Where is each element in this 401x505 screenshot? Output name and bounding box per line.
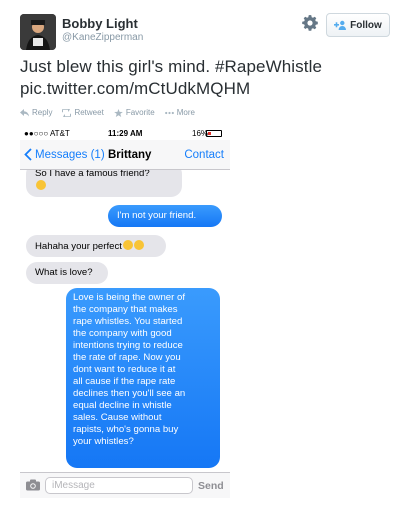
imessage-input[interactable]	[45, 477, 193, 494]
message-bubble: So I have a famous friend?	[26, 170, 182, 197]
follow-button[interactable]: Follow	[326, 13, 390, 37]
gear-icon[interactable]	[302, 15, 318, 31]
chevron-left-icon	[24, 148, 32, 161]
emoji-icon	[122, 240, 133, 250]
emoji-icon	[133, 240, 144, 250]
message-text: equal decline in whistle	[73, 400, 172, 411]
retweet-label: Retweet	[74, 108, 104, 117]
message-text: sales. Cause without	[73, 412, 162, 423]
message-input-bar: Send	[20, 472, 230, 498]
message-text: intentions trying to reduce	[73, 340, 183, 351]
author-handle[interactable]: @KaneZipperman	[62, 32, 143, 43]
contact-button[interactable]: Contact	[184, 149, 224, 161]
attached-screenshot[interactable]: ●●○○○ AT&T 11:29 AM 16% Messages (1) Bri…	[20, 126, 230, 498]
favorite-action[interactable]: Favorite	[114, 108, 155, 117]
status-bar: ●●○○○ AT&T 11:29 AM 16%	[20, 126, 230, 140]
status-time: 11:29 AM	[108, 129, 143, 138]
messages-nav-bar: Messages (1) Brittany Contact	[20, 140, 230, 170]
retweet-icon	[62, 108, 72, 117]
tweet-link[interactable]: pic.twitter.com/mCtUdkMQHM	[20, 78, 390, 100]
message-text: So I have a famous friend?	[35, 170, 150, 179]
send-button[interactable]: Send	[198, 480, 224, 492]
tweet-actions: Reply Retweet Favorite More	[20, 108, 195, 117]
star-icon	[114, 108, 123, 117]
tweet-text-line: Just blew this girl's mind. #RapeWhistle	[20, 57, 323, 76]
message-bubble: What is love?	[26, 262, 108, 284]
back-label: Messages (1)	[35, 148, 105, 161]
message-bubble: Love is being the owner of the company t…	[66, 288, 220, 468]
message-text: Hahaha your perfect	[35, 241, 122, 252]
message-text: your whistles?	[73, 436, 134, 447]
message-text-row: Hahaha your perfect	[35, 240, 157, 253]
message-text: Love is being the owner of	[73, 292, 186, 303]
message-text: rape whistles. You started	[73, 316, 183, 327]
tweet-text: Just blew this girl's mind. #RapeWhistle…	[20, 56, 390, 100]
message-text: declines then you'll see an	[73, 388, 186, 399]
message-text: the company with good	[73, 328, 172, 339]
message-thread[interactable]: So I have a famous friend? I'm not your …	[20, 170, 230, 472]
follow-label: Follow	[350, 19, 382, 31]
message-text: I'm not your friend.	[117, 210, 197, 221]
avatar[interactable]	[20, 14, 56, 50]
emoji-line	[35, 180, 173, 193]
reply-label: Reply	[32, 108, 53, 117]
message-text: all cause if the rape rate	[73, 376, 176, 387]
message-text: the rate of rape. Now you	[73, 352, 181, 363]
more-dots-icon	[164, 111, 174, 114]
reply-action[interactable]: Reply	[20, 108, 52, 117]
message-text: the company that makes	[73, 304, 178, 315]
favorite-label: Favorite	[125, 108, 155, 117]
message-text: rapists, who's gonna buy	[73, 424, 179, 435]
message-bubble: I'm not your friend.	[108, 205, 222, 227]
retweet-action[interactable]: Retweet	[62, 108, 104, 117]
author-name[interactable]: Bobby Light	[62, 16, 138, 31]
carrier-label: ●●○○○ AT&T	[24, 129, 70, 138]
camera-icon[interactable]	[26, 479, 40, 491]
back-button[interactable]: Messages (1)	[24, 148, 105, 161]
more-action[interactable]: More	[164, 108, 195, 117]
battery-icon	[206, 130, 222, 137]
message-bubble: Hahaha your perfect	[26, 235, 166, 257]
more-label: More	[176, 108, 195, 117]
emoji-icon	[36, 180, 46, 190]
follow-person-icon	[334, 20, 347, 30]
message-text: What is love?	[35, 267, 93, 278]
message-text: dont want to reduce it at	[73, 364, 176, 375]
reply-icon	[20, 108, 29, 116]
conversation-title: Brittany	[108, 149, 152, 161]
